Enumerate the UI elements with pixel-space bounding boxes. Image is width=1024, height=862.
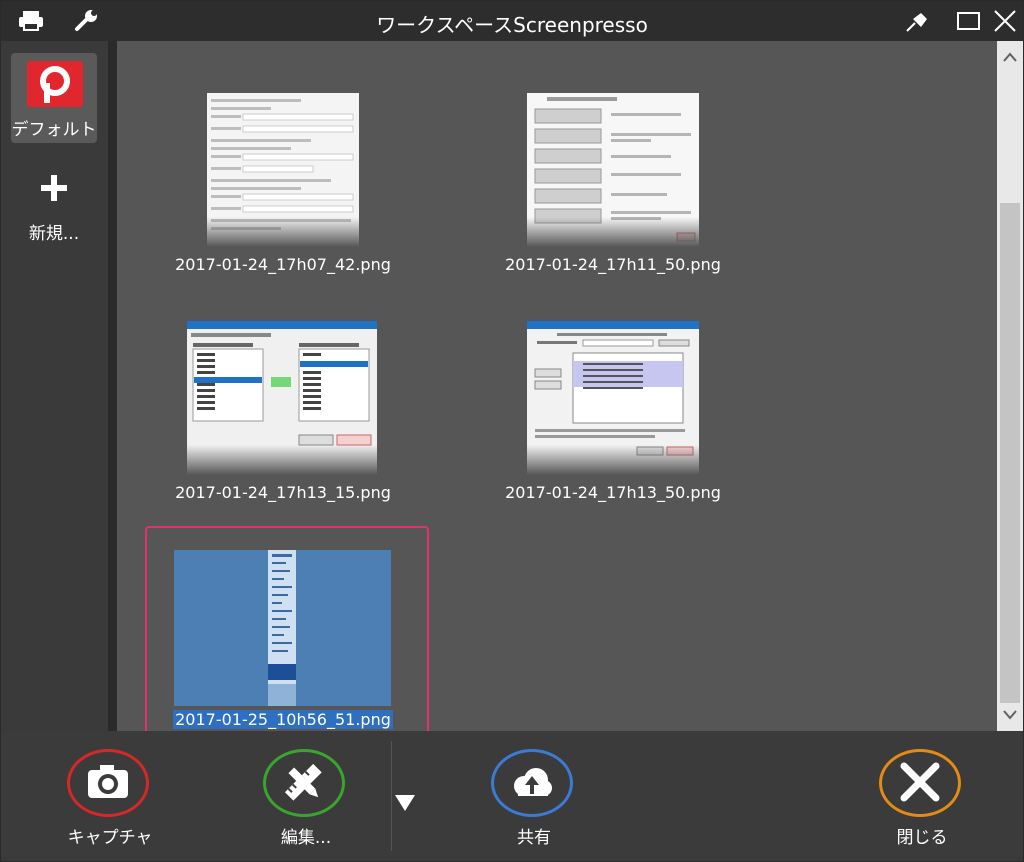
share-button[interactable]: 共有 <box>469 749 599 859</box>
gallery-item[interactable]: 2017-01-24_17h13_15.png <box>173 319 393 509</box>
screenpresso-logo-icon <box>27 61 83 107</box>
thumbnail-filename: 2017-01-24_17h13_50.png <box>505 483 721 502</box>
share-dropdown-arrow-icon[interactable] <box>393 791 417 821</box>
edit-label: 編集... <box>280 828 332 848</box>
window-title: ワークスペースScreenpresso <box>376 13 648 37</box>
workspace-default-label: デフォルト <box>11 120 97 140</box>
edit-button[interactable]: 編集... <box>241 749 371 859</box>
workspace-default[interactable]: デフォルト <box>11 53 97 143</box>
workspace-new-label: 新規... <box>28 224 80 244</box>
thumbnail-fade <box>187 445 377 475</box>
thumbnail-image <box>527 93 699 247</box>
plus-icon <box>39 173 69 203</box>
workspace-new-button[interactable]: 新規... <box>11 173 97 247</box>
scrollbar-thumb[interactable] <box>1000 203 1020 703</box>
selected-filename: 2017-01-25_10h56_51.png <box>173 710 393 729</box>
close-x-icon <box>879 749 961 817</box>
share-label: 共有 <box>517 828 551 848</box>
bottom-toolbar: キャプチャ 編集... 共有 閉じる <box>1 731 1023 861</box>
capture-label: キャプチャ <box>67 828 153 848</box>
capture-button[interactable]: キャプチャ <box>45 749 175 859</box>
camera-icon <box>67 749 149 817</box>
screenpresso-workspace-window: ワークスペースScreenpresso デフォルト 新規... 2017-01-… <box>0 0 1024 862</box>
gallery-item[interactable]: 2017-01-24_17h11_50.png <box>503 91 723 281</box>
thumbnail-filename: 2017-01-24_17h07_42.png <box>175 255 391 274</box>
thumbnail-filename: 2017-01-25_10h56_51.png <box>173 710 393 729</box>
close-label: 閉じる <box>896 828 948 848</box>
thumbnail-fade <box>527 217 699 247</box>
cloud-upload-icon <box>491 749 573 817</box>
thumbnail-fade <box>527 445 699 475</box>
thumbnail-fade <box>207 217 359 247</box>
thumbnail-image <box>527 321 699 475</box>
pin-icon[interactable] <box>903 9 931 33</box>
title-bar: ワークスペースScreenpresso <box>1 1 1023 41</box>
thumbnail-filename: 2017-01-24_17h11_50.png <box>505 255 721 274</box>
thumbnail-image <box>187 321 377 475</box>
maximize-icon[interactable] <box>955 9 983 33</box>
gallery-scrollbar[interactable] <box>997 41 1023 731</box>
thumbnail-image <box>174 550 391 706</box>
gallery-item[interactable]: 2017-01-24_17h13_50.png <box>503 319 723 509</box>
close-button[interactable]: 閉じる <box>857 749 987 859</box>
workspace-panel: デフォルト 新規... <box>1 41 108 731</box>
thumbnail-filename: 2017-01-24_17h13_15.png <box>175 483 391 502</box>
toolbar-separator <box>391 741 392 851</box>
scroll-up-icon[interactable] <box>997 45 1023 71</box>
gallery-item-selected[interactable]: 2017-01-25_10h56_51.png <box>173 549 393 731</box>
edit-tools-icon <box>263 749 345 817</box>
thumbnail-image <box>207 93 359 247</box>
screenshot-gallery: 2017-01-24_17h07_42.png 2017-01-24_17h11… <box>117 41 997 731</box>
scroll-down-icon[interactable] <box>997 703 1023 729</box>
gallery-item[interactable]: 2017-01-24_17h07_42.png <box>173 91 393 281</box>
panel-divider <box>108 41 117 731</box>
close-icon[interactable] <box>991 9 1019 33</box>
